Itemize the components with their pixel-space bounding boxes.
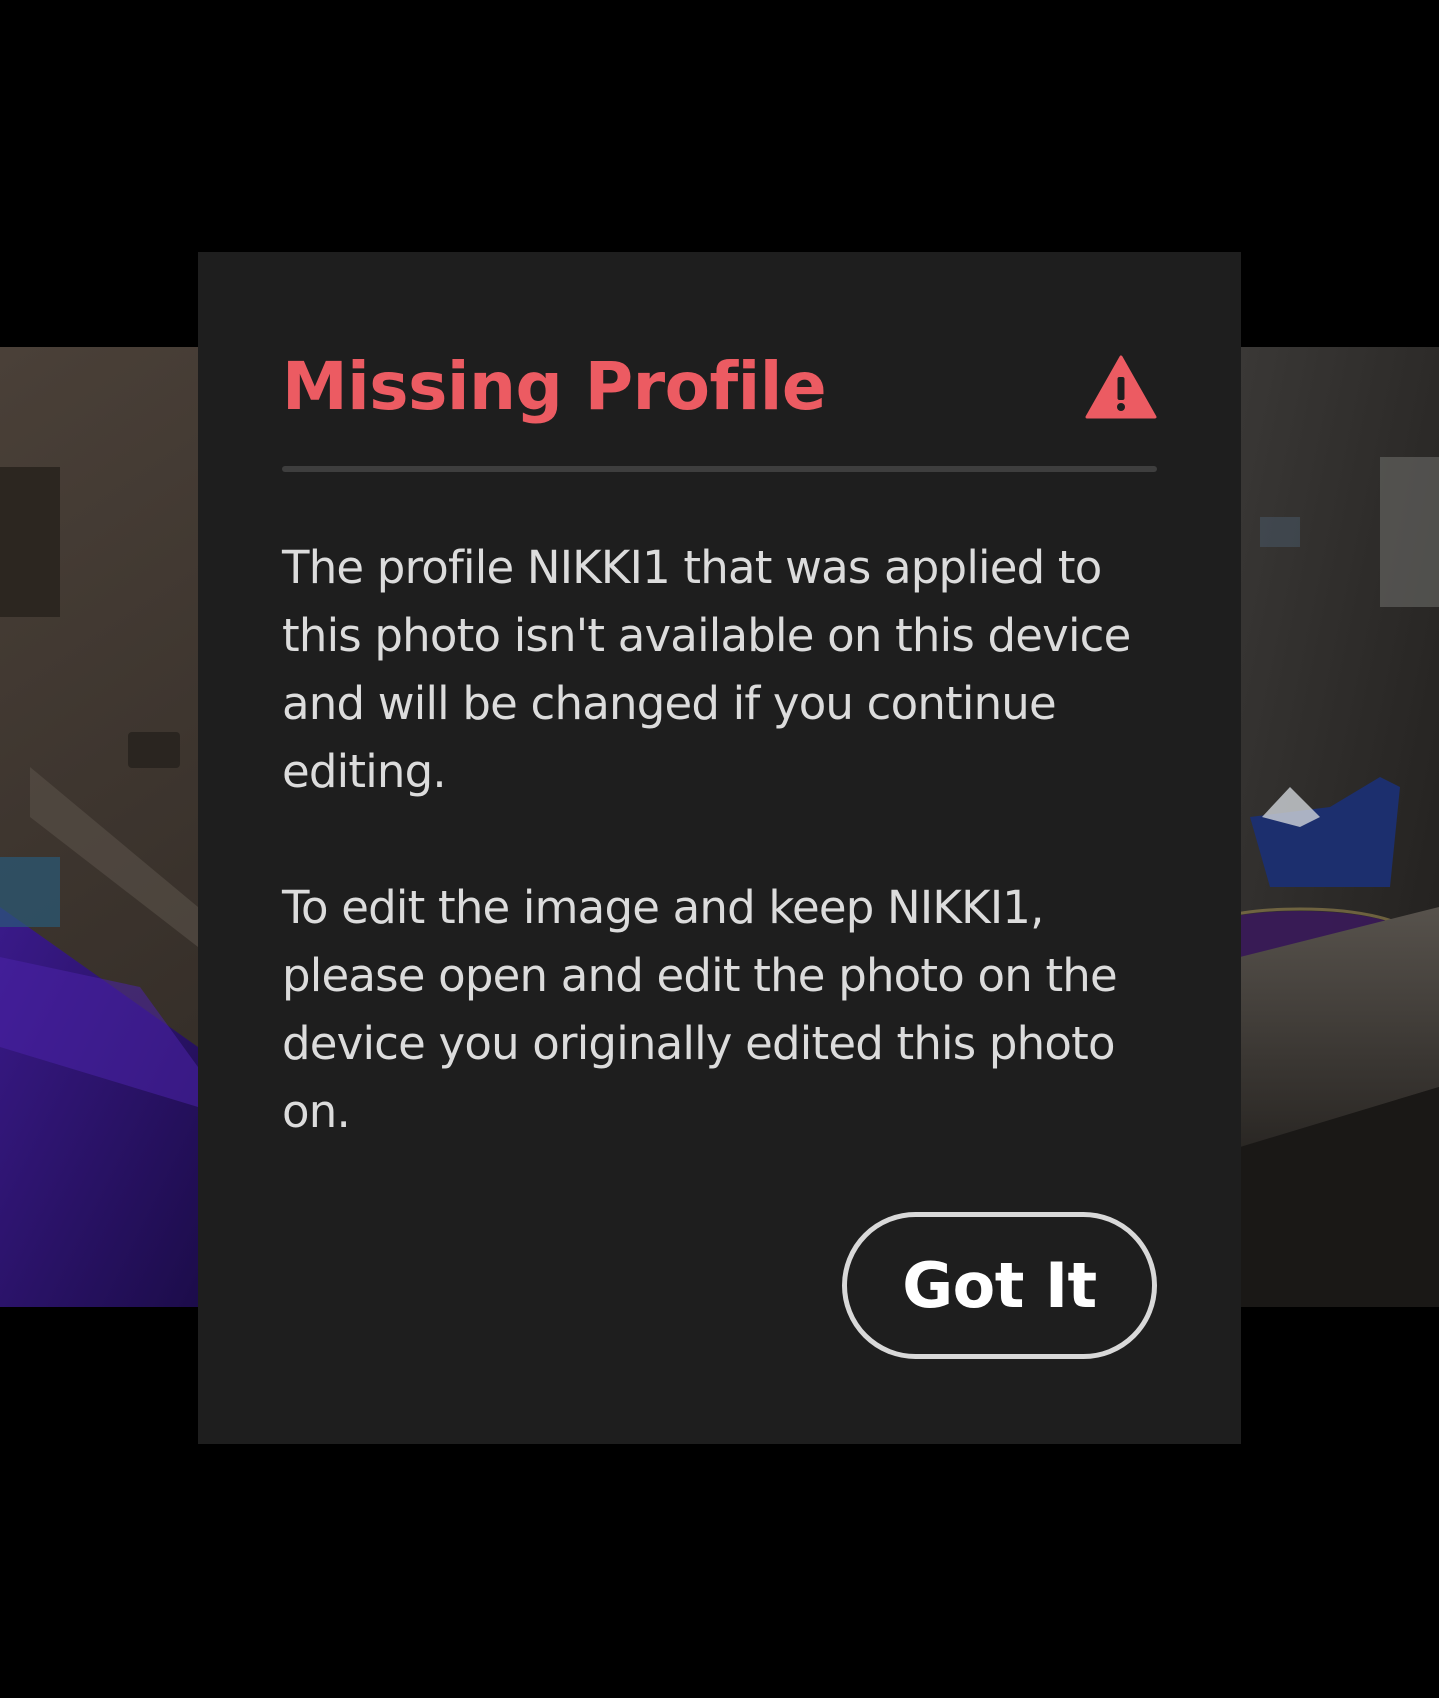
dialog-header: Missing Profile [282, 342, 1157, 432]
dialog-instruction-paragraph: To edit the image and keep NIKKI1, pleas… [282, 881, 1118, 1138]
header-divider [282, 466, 1157, 472]
dialog-title: Missing Profile [282, 348, 827, 425]
missing-profile-dialog: Missing Profile The profile NIKKI1 that … [198, 252, 1241, 1444]
dialog-body: The profile NIKKI1 that was applied to t… [282, 534, 1157, 1146]
got-it-button[interactable]: Got It [842, 1212, 1157, 1359]
dialog-message-paragraph: The profile NIKKI1 that was applied to t… [282, 541, 1131, 798]
warning-triangle-icon [1085, 355, 1157, 419]
